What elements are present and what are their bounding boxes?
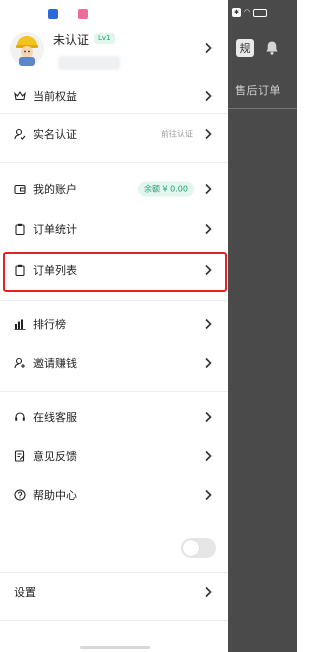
menu-item-feedback[interactable]: 意见反馈	[0, 443, 228, 469]
chevron-right-icon	[205, 318, 212, 330]
menu-item-order-stats[interactable]: 订单统计	[0, 216, 228, 242]
add-user-icon	[14, 357, 25, 369]
battery-icon	[253, 8, 268, 17]
divider	[228, 108, 297, 109]
background-overlay[interactable]: ✱ ◠ 规 售后订单	[228, 0, 297, 652]
side-drawer: 未认证 Lv1 当前权益 实名认证 前往认证 我的账户 余额 ¥ 0.00 订单…	[0, 0, 228, 652]
wifi-icon: ◠	[244, 8, 251, 16]
clipboard-icon	[15, 264, 25, 276]
bar-chart-icon	[14, 319, 26, 330]
menu-label: 订单列表	[33, 264, 77, 277]
bluetooth-icon: ✱	[232, 8, 241, 17]
divider	[0, 391, 228, 392]
menu-item-account[interactable]: 我的账户 余额 ¥ 0.00	[0, 176, 228, 202]
chevron-right-icon	[205, 90, 212, 102]
chevron-right-icon	[205, 42, 212, 54]
menu-item-ranking[interactable]: 排行榜	[0, 311, 228, 337]
toggle-knob	[183, 540, 199, 556]
menu-item-settings[interactable]: 设置	[0, 579, 228, 605]
menu-item-invite[interactable]: 邀请赚钱	[0, 350, 228, 376]
tab-after-sale-orders[interactable]: 售后订单	[235, 82, 281, 98]
menu-label: 意见反馈	[33, 450, 77, 463]
menu-item-order-list[interactable]: 订单列表	[0, 257, 228, 283]
menu-label: 设置	[14, 586, 36, 599]
chevron-right-icon	[205, 223, 212, 235]
help-icon	[14, 489, 26, 501]
app-notification-icon	[78, 9, 88, 19]
chevron-right-icon	[205, 357, 212, 369]
chevron-right-icon	[205, 264, 212, 276]
profile-header[interactable]: 未认证 Lv1	[0, 28, 228, 78]
home-indicator[interactable]	[80, 646, 150, 649]
divider	[0, 620, 228, 621]
menu-label: 当前权益	[33, 90, 77, 103]
menu-label: 帮助中心	[33, 489, 77, 502]
bell-icon[interactable]	[264, 40, 280, 56]
headset-icon	[15, 412, 25, 421]
menu-label: 在线客服	[33, 411, 77, 424]
balance-badge: 余额 ¥ 0.00	[138, 181, 194, 197]
chevron-right-icon	[205, 586, 212, 598]
menu-label: 排行榜	[33, 318, 66, 331]
toggle-switch[interactable]	[181, 538, 216, 558]
realname-hint: 前往认证	[161, 129, 193, 139]
chevron-right-icon	[205, 489, 212, 501]
menu-item-benefits[interactable]: 当前权益	[0, 83, 228, 109]
avatar	[10, 32, 44, 66]
menu-label: 我的账户	[33, 183, 77, 196]
level-badge: Lv1	[94, 33, 115, 44]
rule-button[interactable]: 规	[236, 39, 254, 57]
edit-document-icon	[14, 450, 25, 462]
divider	[0, 572, 228, 573]
chevron-right-icon	[205, 128, 212, 140]
notification-icons	[48, 9, 88, 19]
menu-item-help[interactable]: 帮助中心	[0, 482, 228, 508]
chevron-right-icon	[205, 183, 212, 195]
divider	[0, 300, 228, 301]
divider	[0, 113, 228, 114]
menu-item-realname[interactable]: 实名认证 前往认证	[0, 121, 228, 147]
divider	[0, 162, 228, 163]
profile-id-blurred	[58, 56, 120, 70]
status-bar: ✱ ◠	[232, 8, 268, 17]
app-notification-icon	[48, 9, 58, 19]
chevron-right-icon	[205, 450, 212, 462]
menu-item-online-service[interactable]: 在线客服	[0, 404, 228, 430]
clipboard-icon	[15, 223, 25, 235]
menu-label: 实名认证	[33, 128, 77, 141]
menu-label: 邀请赚钱	[33, 357, 77, 370]
profile-name: 未认证	[53, 33, 90, 47]
wallet-icon	[14, 184, 26, 195]
menu-label: 订单统计	[33, 223, 77, 236]
chevron-right-icon	[205, 411, 212, 423]
user-verify-icon	[14, 128, 26, 140]
crown-icon	[14, 90, 26, 101]
